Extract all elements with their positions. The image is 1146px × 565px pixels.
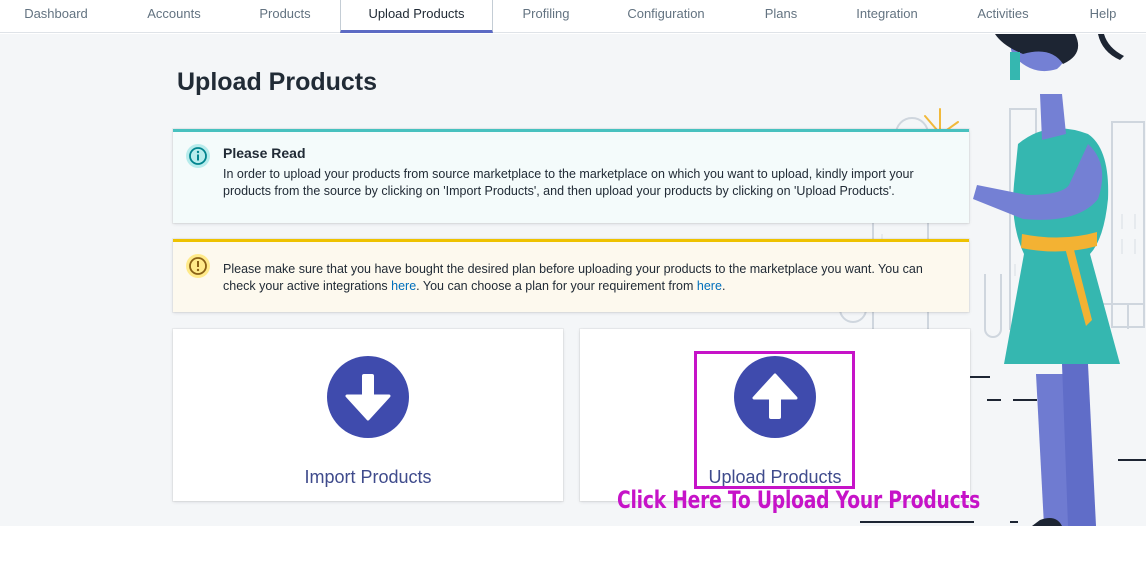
import-products-label: Import Products	[304, 467, 432, 487]
tab-plans[interactable]: Plans	[725, 0, 837, 33]
plans-link[interactable]: here	[697, 279, 722, 293]
tab-integration[interactable]: Integration	[831, 0, 943, 33]
tab-activities[interactable]: Activities	[947, 0, 1059, 33]
tab-upload-products[interactable]: Upload Products	[340, 0, 493, 33]
warning-text-part-3: .	[721, 279, 726, 293]
tab-profiling[interactable]: Profiling	[490, 0, 602, 33]
arrow-down-circle-icon	[327, 356, 409, 438]
exclamation-circle-icon	[186, 254, 210, 278]
active-integrations-link[interactable]: here	[391, 279, 416, 293]
upload-highlight-box	[694, 351, 855, 489]
app-root: Dashboard Accounts Products Upload Produ…	[0, 0, 1146, 565]
upload-callout-text: Click Here To Upload Your Products	[617, 486, 981, 514]
import-products-card[interactable]: Import Products	[173, 329, 563, 501]
tab-products[interactable]: Products	[229, 0, 341, 33]
info-banner: Please Read In order to upload your prod…	[173, 129, 969, 223]
info-circle-icon	[186, 144, 210, 168]
main-content: Upload Products Please Read In order to …	[0, 34, 1146, 526]
tab-help[interactable]: Help	[1060, 0, 1146, 33]
warning-banner-text: Please make sure that you have bought th…	[223, 261, 958, 295]
warning-banner: Please make sure that you have bought th…	[173, 239, 969, 312]
tab-dashboard[interactable]: Dashboard	[0, 0, 112, 33]
warning-text-part-2: . You can choose a plan for your require…	[416, 279, 697, 293]
top-tab-bar: Dashboard Accounts Products Upload Produ…	[0, 0, 1146, 33]
info-banner-text: In order to upload your products from so…	[223, 167, 914, 198]
tab-accounts[interactable]: Accounts	[118, 0, 230, 33]
info-banner-title: Please Read	[223, 145, 306, 161]
page-title: Upload Products	[177, 68, 378, 96]
tab-configuration[interactable]: Configuration	[610, 0, 722, 33]
